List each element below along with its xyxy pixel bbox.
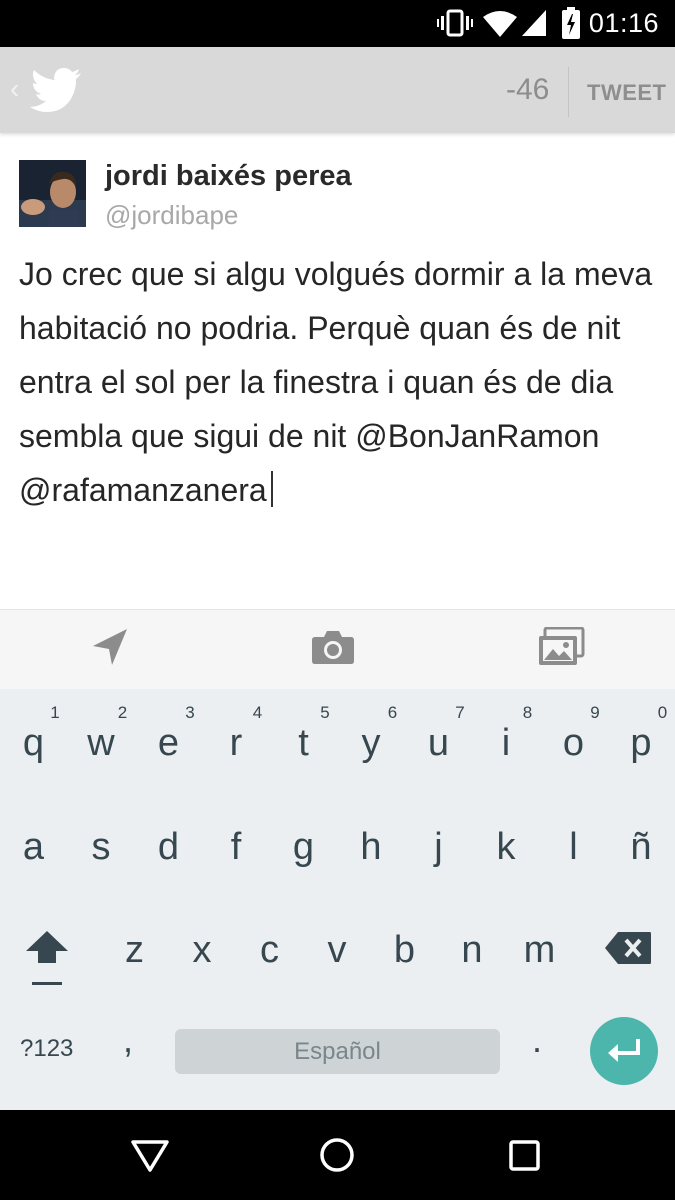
backspace-icon[interactable] [604,931,652,965]
key-q[interactable]: q [0,722,67,765]
key-hint-3: 3 [185,703,195,722]
key-n[interactable]: n [439,929,506,972]
enter-icon [608,1039,640,1062]
user-handle: @jordibape [105,200,239,230]
location-icon[interactable] [92,628,128,666]
back-chevron-icon[interactable]: ‹ [10,75,19,103]
key-hint-7: 7 [455,703,465,722]
camera-icon[interactable] [311,629,355,665]
attachment-bar [0,609,675,690]
signal-icon [522,10,546,36]
navigation-bar [0,1110,675,1200]
key-u[interactable]: u [405,722,472,765]
comma-key[interactable]: , [123,1019,133,1061]
user-full-name: jordi baixés perea [105,160,352,192]
recents-square-icon[interactable] [508,1139,542,1173]
text-cursor [270,471,273,507]
key-w[interactable]: w [68,722,135,765]
wifi-icon [483,11,517,37]
tweet-compose-field[interactable]: Jo crec que si algu volgués dormir a la … [19,247,659,517]
key-hint-5: 5 [320,703,330,722]
vibrate-icon [437,9,473,37]
key-r[interactable]: r [203,722,270,765]
key-x[interactable]: x [169,929,236,972]
home-circle-icon[interactable] [319,1137,355,1173]
key-i[interactable]: i [473,722,540,765]
avatar [19,160,86,227]
tweet-button[interactable]: TWEET [587,80,667,106]
status-bar: 01:16 [0,0,675,47]
key-l[interactable]: l [540,826,607,869]
battery-icon [562,7,580,39]
key-f[interactable]: f [203,826,270,869]
space-bar[interactable]: Español [175,1029,500,1074]
back-triangle-icon[interactable] [130,1139,170,1173]
key-h[interactable]: h [338,826,405,869]
enter-key[interactable] [590,1017,658,1085]
shift-icon[interactable] [24,929,70,987]
key-g[interactable]: g [270,826,337,869]
key-hint-9: 9 [590,703,600,722]
key-v[interactable]: v [304,929,371,972]
key-hint-8: 8 [522,703,533,722]
twitter-bird-icon[interactable] [30,67,82,113]
key-hint-0: 0 [657,703,668,722]
action-bar: ‹ -46 TWEET [0,47,675,133]
key-a[interactable]: a [0,826,67,869]
character-count: -46 [506,73,550,106]
key-d[interactable]: d [135,826,202,869]
key-o[interactable]: o [540,722,607,765]
key-hint-6: 6 [387,703,398,722]
key-b[interactable]: b [371,929,438,972]
period-key[interactable]: . [532,1019,542,1061]
key-t[interactable]: t [270,722,337,765]
status-time: 01:16 [588,8,659,38]
key-k[interactable]: k [473,826,540,869]
keyboard: 1q2w3e4r5t6y7u8i9o0p asdfghjklñ zxcvbnm … [0,689,675,1110]
key-c[interactable]: c [236,929,303,972]
key-z[interactable]: z [101,929,168,972]
key-hint-4: 4 [252,703,263,722]
key-p[interactable]: p [608,722,675,765]
key-m[interactable]: m [506,929,573,972]
key-hint-1: 1 [50,703,60,722]
symbols-key[interactable]: ?123 [20,1035,73,1063]
gallery-icon[interactable] [537,627,585,667]
key-s[interactable]: s [68,826,135,869]
key-y[interactable]: y [338,722,405,765]
key-j[interactable]: j [405,826,472,869]
tweet-text: Jo crec que si algu volgués dormir a la … [19,256,653,508]
action-divider [568,67,569,117]
key-ñ[interactable]: ñ [608,826,675,869]
key-hint-2: 2 [117,703,128,722]
key-e[interactable]: e [135,722,202,765]
